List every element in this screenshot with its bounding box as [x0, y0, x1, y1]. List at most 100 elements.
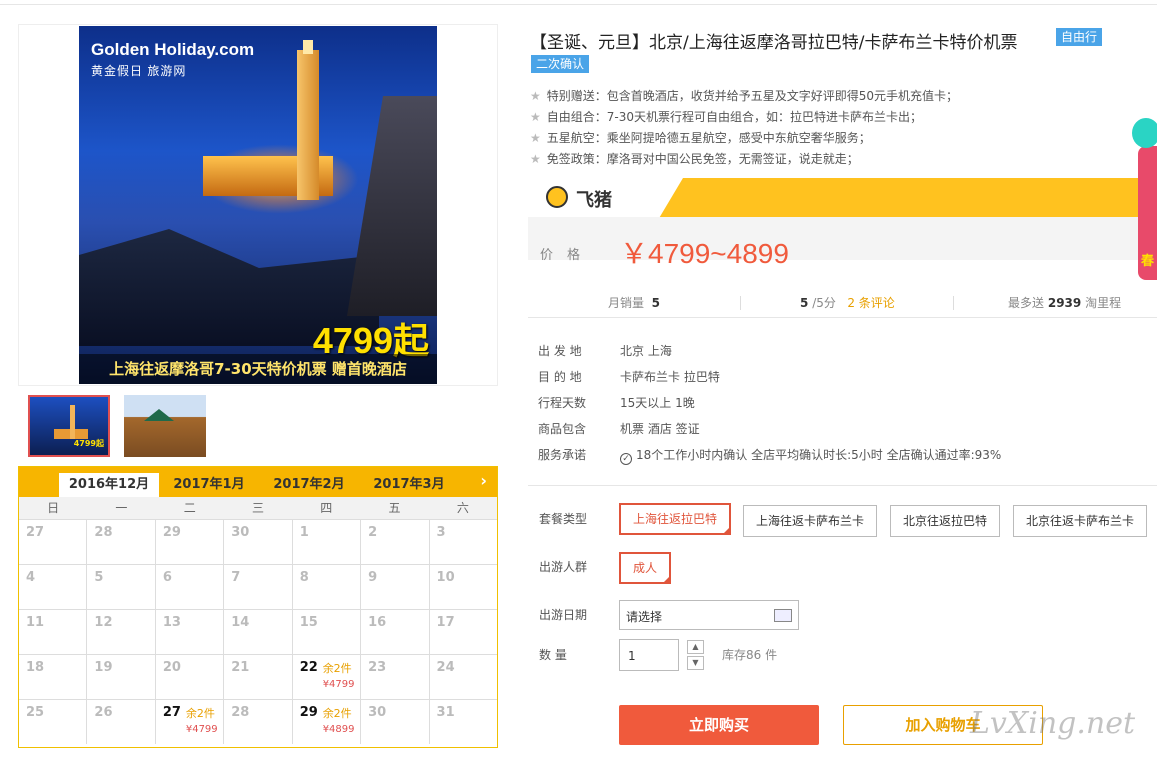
calendar-day: 14: [224, 610, 293, 654]
feature-text: 免签政策：摩洛哥对中国公民免签，无需签证，说走就走；: [546, 152, 859, 166]
day-remaining: 余2件: [185, 707, 215, 720]
day-number: 27: [162, 705, 181, 720]
buy-now-button[interactable]: 立即购买: [619, 705, 819, 745]
calendar-day: 8: [293, 565, 362, 609]
calendar-day-available[interactable]: 29 余2件 ¥4899: [293, 700, 362, 744]
thumbnail-2[interactable]: [124, 395, 206, 457]
calendar-day: 25: [19, 700, 88, 744]
cliff: [347, 96, 437, 316]
miles: 最多送 2939 淘里程: [1008, 294, 1121, 311]
section-divider: [528, 485, 1157, 486]
package-option-2[interactable]: 上海往返卡萨布兰卡: [743, 505, 878, 537]
watermark: LvXing.net: [970, 706, 1136, 741]
quantity-input[interactable]: 1: [619, 639, 679, 671]
calendar-week: 27 28 29 30 1 2 3: [19, 519, 497, 564]
calendar-day: 24: [430, 655, 497, 699]
package-option-1[interactable]: 上海往返拉巴特: [619, 503, 732, 535]
day-number: 30: [231, 525, 250, 540]
day-number: 6: [162, 570, 172, 585]
calendar-day: 2: [361, 520, 430, 564]
promo-char: 春: [1141, 254, 1155, 269]
quantity-value: 1: [628, 649, 636, 663]
image-caption: 上海往返摩洛哥7-30天特价机票 赠首晚酒店: [79, 354, 437, 384]
calendar-day: 9: [361, 565, 430, 609]
feature-item: ★ 免签政策：摩洛哥对中国公民免签，无需签证，说走就走；: [530, 149, 958, 170]
day-number: 28: [231, 705, 250, 720]
weekday-label: 五: [388, 501, 401, 515]
info-key: 行程天数: [538, 396, 587, 410]
calendar-day-available[interactable]: 27 余2件 ¥4799: [156, 700, 225, 744]
date-picker[interactable]: 请选择: [619, 600, 799, 630]
day-number: 24: [436, 660, 455, 675]
date-label: 出游日期: [539, 608, 588, 622]
calendar-day: 1: [293, 520, 362, 564]
weekday-label: 日: [47, 501, 60, 515]
calendar-weekdays: 日 一 二 三 四 五 六: [19, 497, 497, 519]
weekday-label: 一: [115, 501, 128, 515]
top-divider: [0, 4, 1157, 5]
day-number: 30: [368, 705, 387, 720]
review-link[interactable]: 2 条评论: [847, 296, 894, 310]
info-value: 北京 上海: [620, 344, 672, 358]
day-number: 9: [368, 570, 378, 585]
calendar-day: 20: [156, 655, 225, 699]
info-key: 商品包含: [538, 422, 587, 436]
side-promo-banner[interactable]: 春: [1132, 118, 1157, 280]
rating-suffix: /5分: [812, 296, 836, 310]
calendar-day: 27: [19, 520, 88, 564]
calendar-icon[interactable]: [774, 609, 792, 622]
quantity-up-icon[interactable]: ▲: [687, 640, 704, 654]
package-option-3[interactable]: 北京往返拉巴特: [890, 505, 1001, 537]
info-value: 15天以上 1晚: [620, 396, 695, 410]
day-number: 29: [299, 705, 318, 720]
quantity-down-icon[interactable]: ▼: [687, 656, 704, 670]
day-price: ¥4799: [322, 679, 355, 690]
calendar-day: 5: [87, 565, 156, 609]
info-key: 目 的 地: [538, 370, 582, 384]
miles-prefix: 最多送: [1008, 296, 1045, 310]
weekday-label: 三: [251, 501, 264, 515]
star-icon: ★: [530, 131, 541, 145]
price-panel: 飞猪 价格 ￥4799~4899: [528, 178, 1140, 269]
day-number: 28: [94, 525, 113, 540]
price-value: ￥4799~4899: [620, 238, 789, 269]
calendar-week: 18 19 20 21 22 余2件 ¥4799 23 24: [19, 654, 497, 699]
calendar-day-available[interactable]: 22 余2件 ¥4799: [293, 655, 362, 699]
day-number: 23: [368, 660, 387, 675]
calendar-day: 28: [224, 700, 293, 744]
group-option-adult[interactable]: 成人: [619, 552, 672, 584]
miles-suffix: 淘里程: [1085, 296, 1122, 310]
check-icon: ✓: [620, 453, 632, 465]
calendar-day: 3: [430, 520, 497, 564]
monthly-sales-value: 5: [651, 296, 661, 310]
tab-month-4[interactable]: 2017年3月: [359, 473, 459, 497]
tab-month-3[interactable]: 2017年2月: [259, 473, 359, 497]
service-text: 18个工作小时内确认 全店平均确认时长:5小时 全店确认通过率:93%: [636, 448, 1002, 462]
calendar-day: 18: [19, 655, 88, 699]
package-option-4[interactable]: 北京往返卡萨布兰卡: [1013, 505, 1148, 537]
weekday-label: 二: [183, 501, 196, 515]
day-number: 15: [299, 615, 318, 630]
tab-month-1[interactable]: 2016年12月: [59, 473, 159, 497]
next-month-icon[interactable]: ›: [480, 471, 487, 490]
calendar-day: 7: [224, 565, 293, 609]
day-number: 10: [436, 570, 455, 585]
day-number: 8: [299, 570, 309, 585]
stat-separator: [953, 296, 954, 310]
price-calendar: 2016年12月 2017年1月 2017年2月 2017年3月 › 日 一 二…: [18, 466, 498, 748]
calendar-week: 4 5 6 7 8 9 10: [19, 564, 497, 609]
feature-item: ★ 自由组合：7-30天机票行程可自由组合，如：拉巴特进卡萨布兰卡出；: [530, 107, 958, 128]
thumb-minaret: [70, 405, 75, 439]
thumbnail-1[interactable]: 4799起: [28, 395, 110, 457]
day-price: ¥4899: [322, 724, 355, 735]
monthly-sales: 月销量 5: [608, 294, 660, 311]
day-remaining: 余2件: [322, 662, 352, 675]
minaret-top: [303, 40, 313, 54]
calendar-day: 16: [361, 610, 430, 654]
promo-bubble-icon: [1132, 118, 1157, 148]
feature-text: 五星航空：乘坐阿提哈德五星航空，感受中东航空奢华服务；: [546, 131, 871, 145]
product-main-image[interactable]: Golden Holiday.com 黄金假日 旅游网 4799起 上海往返摩洛…: [79, 26, 437, 384]
day-number: 29: [162, 525, 181, 540]
feature-text: 自由组合：7-30天机票行程可自由组合，如：拉巴特进卡萨布兰卡出；: [546, 110, 923, 124]
tab-month-2[interactable]: 2017年1月: [159, 473, 259, 497]
